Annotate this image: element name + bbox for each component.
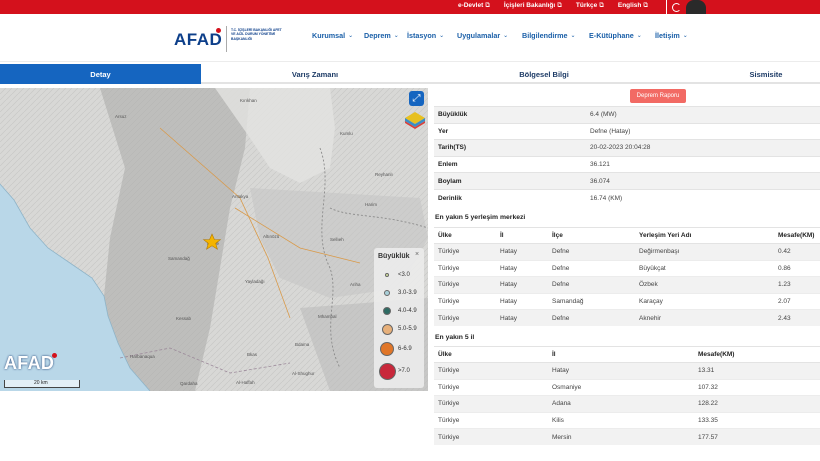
chevron-down-icon: ⌄ [503,33,509,39]
nav-bilgilendirme[interactable]: Bilgilendirme ⌄ [522,31,589,40]
table-row: Türkiye Osmaniye 107.32 [434,378,820,396]
table-row: Türkiye Kilis 133.35 [434,411,820,429]
expand-map-icon[interactable]: ⤢ [409,91,424,106]
nav-ekutuphane[interactable]: E-Kütüphane ⌄ [589,31,655,40]
legend-item: 3.0-3.9 [376,284,422,302]
logo-subtitle: T.C. İÇİŞLERİ BAKANLIĞI AFET VE ACİL DUR… [231,28,282,41]
table-row: Türkiye Hatay Defne Büyükçat 0.86 [434,259,820,277]
legend-title: Büyüklük [378,253,410,260]
magnitude-dot-icon [385,273,389,277]
nav-istasyon[interactable]: İstasyon ⌄ [407,31,457,40]
magnitude-dot-icon [384,290,390,296]
table-row: Yer Defne (Hatay) [434,122,820,140]
link-ministry[interactable]: İçişleri Bakanlığı ⧉ [504,2,562,10]
detail-tabs: Detay Varış Zamanı Bölgesel Bilgi Sismis… [0,64,820,84]
link-turkish[interactable]: Türkçe ⧉ [576,2,604,10]
legend-item: 5.0-5.9 [376,320,422,338]
nav-uygulamalar[interactable]: Uygulamalar ⌄ [457,31,522,40]
legend-item: >7.0 [376,362,422,380]
provinces-title: En yakın 5 il [435,334,475,341]
tab-detay[interactable]: Detay [0,64,201,84]
chevron-down-icon: ⌄ [682,33,688,39]
table-row: Türkiye Mersin 177.57 [434,428,820,446]
legend-item: 4.0-4.9 [376,302,422,320]
top-links: e-Devlet ⧉ İçişleri Bakanlığı ⧉ Türkçe ⧉ En… [458,2,648,10]
logo-dot-icon [216,28,221,33]
settlements-title: En yakın 5 yerleşim merkezi [435,214,526,221]
table-row: Türkiye Hatay Defne Değirmenbaşı 0.42 [434,243,820,261]
map-scale-bar: 20 km [2,380,82,388]
nav-iletisim[interactable]: İletişim ⌄ [655,31,699,40]
chevron-down-icon: ⌄ [393,33,399,39]
earthquake-report-button[interactable]: Deprem Raporu [630,89,686,103]
site-header: AFAD T.C. İÇİŞLERİ BAKANLIĞI AFET VE ACİ… [0,14,820,62]
chevron-down-icon: ⌄ [570,33,576,39]
magnitude-dot-icon [378,362,396,380]
legend-item: <3.0 [376,266,422,284]
table-row: Büyüklük 6.4 (MW) [434,106,820,124]
legend-item: 6-6.9 [376,340,422,358]
table-row: Türkiye Hatay Defne Aknehir 2.43 [434,309,820,327]
link-english[interactable]: English ⧉ [618,2,648,10]
chevron-down-icon: ⌄ [636,33,642,39]
map-afad-logo: AFAD [4,353,55,373]
earthquake-map[interactable]: Arsuz Kırıkhan Kumlu Reyhanlı Antakya De… [0,88,428,391]
turkish-flag-icon [666,0,684,14]
table-row: Türkiye Hatay Defne Özbek 1.23 [434,276,820,294]
top-bar: e-Devlet ⧉ İçişleri Bakanlığı ⧉ Türkçe ⧉ En… [0,0,820,14]
chevron-down-icon: ⌄ [348,33,354,39]
table-row: Boylam 36.074 [434,172,820,190]
tab-sismisite[interactable]: Sismisite [666,64,820,84]
logo-divider [226,26,227,52]
legend-close-icon[interactable]: × [415,251,419,258]
map-logo-dot-icon [52,353,57,358]
main-nav: Kurumsal ⌄ Deprem ⌄ İstasyon ⌄ Uygulamalar ⌄… [312,31,699,40]
settlements-table: Ülke İl İlçe Yerleşim Yeri Adı Mesafe(KM… [434,227,820,327]
tab-varis-zamani[interactable]: Varış Zamanı [215,64,415,84]
magnitude-dot-icon [380,342,394,356]
afad-logo[interactable]: AFAD [174,30,222,50]
table-row: Türkiye Adana 128.22 [434,395,820,413]
table-row: Enlem 36.121 [434,155,820,173]
table-header-row: Ülke İl Mesafe(KM) [434,346,820,363]
map-terrain [0,88,428,391]
chevron-down-icon: ⌄ [439,33,445,39]
table-row: Türkiye Hatay Samandağ Karaçay 2.07 [434,292,820,310]
tab-bolgesel-bilgi[interactable]: Bölgesel Bilgi [444,64,644,84]
layers-icon[interactable] [404,110,426,130]
link-edevlet[interactable]: e-Devlet ⧉ [458,2,490,10]
earthquake-details-table: Büyüklük 6.4 (MW) Yer Defne (Hatay) Tarih(… [434,106,820,207]
table-row: Derinlik 16.74 (KM) [434,188,820,207]
magnitude-dot-icon [383,307,391,315]
table-header-row: Ülke İl İlçe Yerleşim Yeri Adı Mesafe(KM… [434,227,820,244]
provinces-table: Ülke İl Mesafe(KM) Türkiye Hatay 13.31 Tür… [434,346,820,446]
nav-deprem[interactable]: Deprem ⌄ [364,31,407,40]
magnitude-dot-icon [381,323,393,335]
portrait-image [686,0,706,14]
table-row: Türkiye Hatay 13.31 [434,362,820,380]
nav-kurumsal[interactable]: Kurumsal ⌄ [312,31,364,40]
magnitude-legend: Büyüklük × <3.0 3.0-3.9 4.0-4.9 5.0-5.9 … [374,248,424,388]
table-row: Tarih(TS) 20-02-2023 20:04:28 [434,139,820,157]
